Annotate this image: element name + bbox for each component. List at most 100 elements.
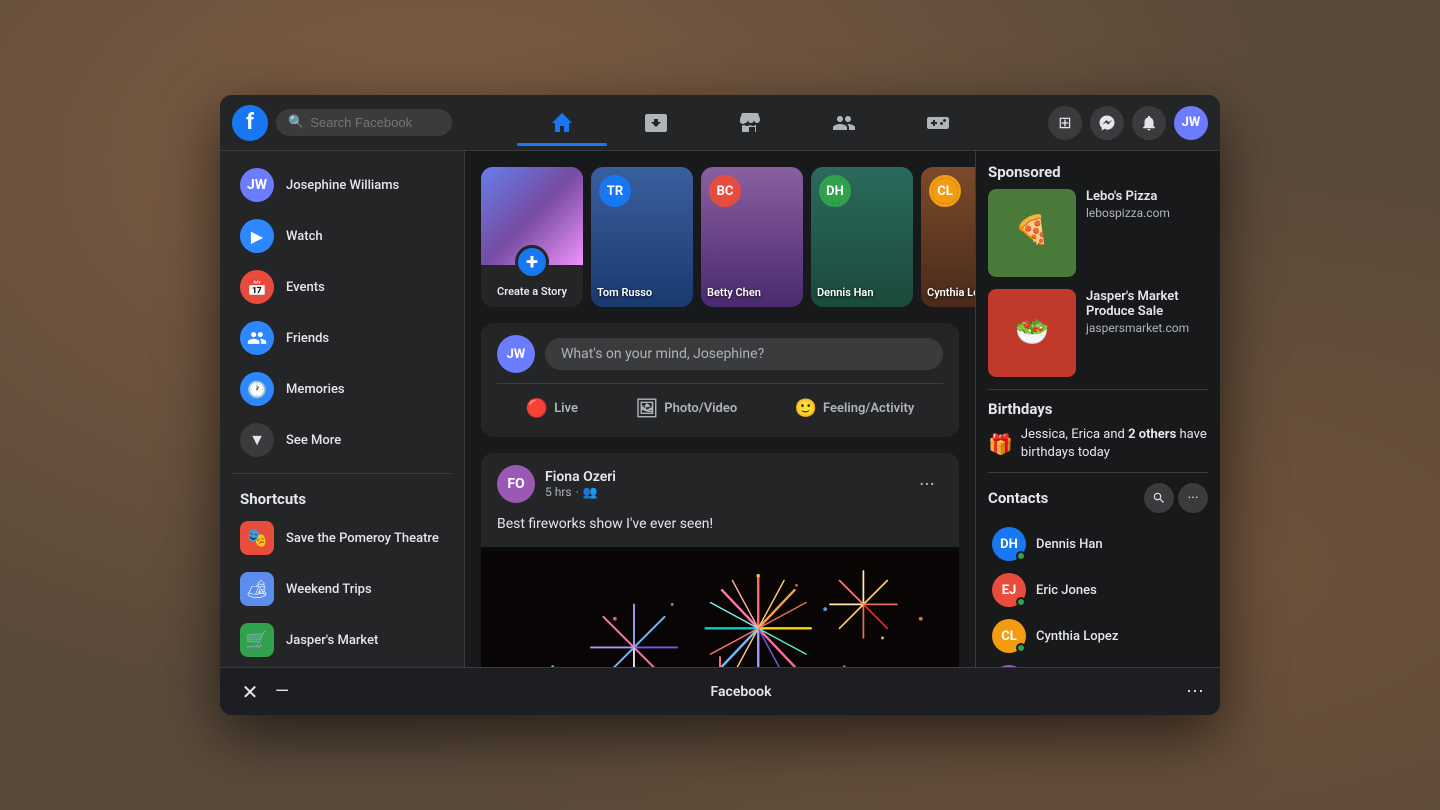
post-input[interactable]: What's on your mind, Josephine? xyxy=(545,338,943,370)
story-tom[interactable]: TR Tom Russo xyxy=(591,167,693,307)
jaspers-name: Jasper's MarketProduce Sale xyxy=(1086,289,1208,319)
nav-gaming[interactable] xyxy=(893,101,983,145)
dennis-online-dot xyxy=(1016,551,1026,561)
sidebar-profile-name: Josephine Williams xyxy=(286,178,399,193)
sidebar-see-more[interactable]: ▼ See More xyxy=(228,415,456,465)
see-more-icon: ▼ xyxy=(240,423,274,457)
stories-row: + Create a Story TR Tom Russo xyxy=(481,167,959,307)
weekend-icon: 🏕 xyxy=(240,572,274,606)
topbar: f 🔍 ⊞ xyxy=(220,95,1220,151)
shortcuts-title: Shortcuts xyxy=(220,482,464,512)
eric-online-dot xyxy=(1016,597,1026,607)
jaspers-url: jaspersmarket.com xyxy=(1086,321,1208,335)
watch-icon: ▶ xyxy=(240,219,274,253)
contact-cynthia-avatar: CL xyxy=(992,619,1026,653)
post-username: Fiona Ozeri xyxy=(545,469,901,485)
feeling-label: Feeling/Activity xyxy=(823,401,914,416)
post-box-divider xyxy=(497,383,943,384)
window-title: Facebook xyxy=(296,684,1186,700)
post-meta: 5 hrs · 👥 xyxy=(545,485,901,499)
birthday-text: Jessica, Erica and 2 others have birthda… xyxy=(1021,426,1208,462)
window-more-button[interactable]: ⋯ xyxy=(1186,681,1204,702)
contacts-title: Contacts xyxy=(988,489,1144,507)
nav-home[interactable] xyxy=(517,101,607,145)
sidebar-see-more-label: See More xyxy=(286,433,341,448)
sidebar-friends-label: Friends xyxy=(286,331,329,346)
events-icon: 📅 xyxy=(240,270,274,304)
contacts-more-button[interactable]: ··· xyxy=(1178,483,1208,513)
lebo-name: Lebo's Pizza xyxy=(1086,189,1208,204)
nav-marketplace[interactable] xyxy=(705,101,795,145)
messenger-button[interactable] xyxy=(1090,106,1124,140)
memories-icon: 🕐 xyxy=(240,372,274,406)
bottom-bar: ✕ — Facebook ⋯ xyxy=(220,667,1220,715)
create-story-top: + xyxy=(481,167,583,265)
story-betty[interactable]: BC Betty Chen xyxy=(701,167,803,307)
facebook-logo[interactable]: f xyxy=(232,105,268,141)
profile-icon: JW xyxy=(240,168,274,202)
sidebar-item-events[interactable]: 📅 Events xyxy=(228,262,456,312)
search-box[interactable]: 🔍 xyxy=(276,109,452,136)
post-feeling-button[interactable]: 🙂 Feeling/Activity xyxy=(783,392,927,425)
sidebar-item-memories[interactable]: 🕐 Memories xyxy=(228,364,456,414)
sponsored-jaspers[interactable]: 🥗 Jasper's MarketProduce Sale jaspersmar… xyxy=(988,289,1208,377)
birthday-row: 🎁 Jessica, Erica and 2 others have birth… xyxy=(988,426,1208,462)
dennis-avatar-ring: DH xyxy=(819,175,851,207)
post-user-info: Fiona Ozeri 5 hrs · 👥 xyxy=(545,469,901,499)
sponsored-lebo[interactable]: 🍕 Lebo's Pizza lebospizza.com xyxy=(988,189,1208,277)
svg-text:🍕: 🍕 xyxy=(1015,213,1050,246)
post-box: JW What's on your mind, Josephine? 🔴 Liv… xyxy=(481,323,959,437)
nav-groups[interactable] xyxy=(799,101,889,145)
search-icon: 🔍 xyxy=(288,115,304,130)
grid-menu-button[interactable]: ⊞ xyxy=(1048,106,1082,140)
story-dennis[interactable]: DH Dennis Han xyxy=(811,167,913,307)
sidebar-item-profile[interactable]: JW Josephine Williams xyxy=(228,160,456,210)
story-cynthia[interactable]: CL Cynthia Lopez xyxy=(921,167,975,307)
contact-cynthia-name: Cynthia Lopez xyxy=(1036,629,1118,644)
contact-eric-avatar: EJ xyxy=(992,573,1026,607)
sidebar-memories-label: Memories xyxy=(286,382,345,397)
shortcut-pomeroy[interactable]: 🎭 Save the Pomeroy Theatre xyxy=(228,513,456,563)
shortcut-jaspers[interactable]: 🛒 Jasper's Market xyxy=(228,615,456,665)
post-live-button[interactable]: 🔴 Live xyxy=(514,392,590,425)
lebo-ad-image: 🍕 xyxy=(988,189,1076,277)
window-minimize-button[interactable]: — xyxy=(268,678,296,706)
contact-dennis-avatar: DH xyxy=(992,527,1026,561)
contact-betty[interactable]: BC Betty Chen ✏ xyxy=(988,659,1208,667)
contact-eric[interactable]: EJ Eric Jones xyxy=(988,567,1208,613)
photo-label: Photo/Video xyxy=(664,401,737,416)
sidebar-item-friends[interactable]: Friends xyxy=(228,313,456,363)
post-box-top: JW What's on your mind, Josephine? xyxy=(497,335,943,373)
story-create[interactable]: + Create a Story xyxy=(481,167,583,307)
contacts-header: Contacts ··· xyxy=(988,483,1208,513)
sidebar: JW Josephine Williams ▶ Watch 📅 Events xyxy=(220,151,465,667)
panel-divider-2 xyxy=(988,472,1208,473)
sidebar-divider-1 xyxy=(232,473,452,474)
window-close-button[interactable]: ✕ xyxy=(236,678,264,706)
feed-post-1: FO Fiona Ozeri 5 hrs · 👥 ··· Best firewo… xyxy=(481,453,959,667)
sidebar-item-watch[interactable]: ▶ Watch xyxy=(228,211,456,261)
contact-eric-name: Eric Jones xyxy=(1036,583,1097,598)
story-cynthia-label: Cynthia Lopez xyxy=(927,286,975,299)
create-story-label: Create a Story xyxy=(497,285,567,298)
feeling-icon: 🙂 xyxy=(795,398,817,419)
story-tom-label: Tom Russo xyxy=(597,286,687,299)
post-header: FO Fiona Ozeri 5 hrs · 👥 ··· xyxy=(481,453,959,515)
shortcut-weekend[interactable]: 🏕 Weekend Trips xyxy=(228,564,456,614)
post-more-button[interactable]: ··· xyxy=(911,468,943,500)
sponsored-title: Sponsored xyxy=(988,163,1208,181)
shortcut-jaspers-label: Jasper's Market xyxy=(286,633,378,648)
shortcut-weekend-label: Weekend Trips xyxy=(286,582,372,597)
lebo-url: lebospizza.com xyxy=(1086,206,1208,220)
contact-cynthia[interactable]: CL Cynthia Lopez xyxy=(988,613,1208,659)
nav-watch[interactable] xyxy=(611,101,701,145)
post-actions: 🔴 Live 🖼 Photo/Video 🙂 Feeling/Activity xyxy=(497,392,943,425)
photo-icon: 🖼 xyxy=(635,398,658,419)
contacts-search-button[interactable] xyxy=(1144,483,1174,513)
profile-avatar[interactable]: JW xyxy=(1174,106,1208,140)
contact-dennis[interactable]: DH Dennis Han xyxy=(988,521,1208,567)
sidebar-watch-label: Watch xyxy=(286,229,323,244)
notifications-button[interactable] xyxy=(1132,106,1166,140)
search-input[interactable] xyxy=(310,115,440,130)
post-photo-button[interactable]: 🖼 Photo/Video xyxy=(623,392,749,425)
